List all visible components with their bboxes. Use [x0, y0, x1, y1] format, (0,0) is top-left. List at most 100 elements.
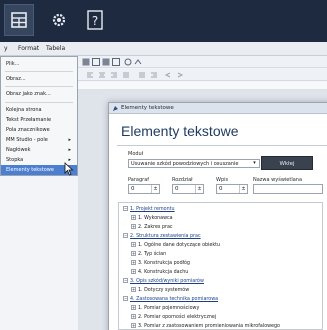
menu-item-label: Plik... [6, 61, 20, 67]
menu-item-naglowek[interactable]: Nagłówek ▸ [1, 145, 77, 155]
table-button[interactable] [4, 4, 34, 36]
list-icon[interactable] [138, 71, 146, 79]
collapse-icon[interactable]: − [123, 233, 128, 238]
menu-bar: y Format Tabela [0, 42, 327, 56]
tree-node[interactable]: −4. Zastosowana technika pomiarowa [123, 296, 218, 302]
menu-format[interactable]: Format [18, 45, 39, 52]
dialog-app-icon [113, 106, 118, 111]
collapse-icon[interactable]: − [123, 296, 128, 301]
tree-node-label: 3. Konstrukcja podłóg [138, 261, 190, 266]
menu-separator [5, 71, 73, 72]
expand-icon[interactable]: + [131, 287, 136, 292]
tree-node-label: 1. Pomiar pojemnościowy [138, 306, 200, 311]
tree-node[interactable]: +1. Pomiar pojemnościowy [131, 305, 199, 311]
tree-node[interactable]: −2. Struktura zestawienia prac [123, 233, 201, 239]
dialog-titlebar[interactable]: Elementy tekstowe [109, 103, 327, 114]
menu-tabela[interactable]: Tabela [46, 45, 65, 52]
svg-text:?: ? [92, 14, 98, 28]
paragraf-label: Paragraf [128, 177, 150, 183]
menu-item-mm-studio-pole[interactable]: MM Studio - pole ▸ [1, 135, 77, 145]
expand-icon[interactable]: + [131, 260, 136, 265]
expand-icon[interactable]: + [131, 242, 136, 247]
settings-button[interactable] [44, 4, 74, 36]
undo-icon[interactable] [164, 71, 172, 79]
paragraf-value: 0 [131, 186, 135, 192]
menu-item-label: Elementy tekstowe [6, 167, 54, 173]
tree-node-label: 2. Struktura zestawienia prac [130, 234, 201, 239]
expand-icon[interactable]: + [131, 215, 136, 220]
menu-item-plik[interactable]: Plik... [1, 59, 77, 69]
tree-node-label: 4. Zastosowana technika pomiarowa [130, 297, 219, 302]
menu-item-kolejna-strona[interactable]: Kolejna strona [1, 105, 77, 115]
menu-item-label: MM Studio - pole [6, 137, 48, 143]
mouse-cursor-icon [64, 162, 74, 176]
text-elements-tree[interactable]: −1. Projekt remontu +1. Wykonawca +2. Za… [118, 202, 323, 330]
tree-node[interactable]: −3. Opis szkód/wyniki pomiarów [123, 278, 204, 284]
module-select[interactable]: Usuwanie szkód powodziowych i osuszanie … [128, 159, 260, 168]
tree-node[interactable]: −1. Projekt remontu [123, 206, 175, 212]
collapse-icon[interactable]: − [123, 206, 128, 211]
tree-node[interactable]: +1. Dotyczy systemów [131, 287, 189, 293]
expand-icon[interactable]: + [131, 224, 136, 229]
nazwa-input[interactable] [253, 184, 323, 194]
menu-item-pola-znacznikowe[interactable]: Pola znacznikowe [1, 125, 77, 135]
toolbar-frame-icon[interactable] [112, 58, 120, 66]
tree-node[interactable]: +3. Pomiar z zastosowaniem promieniowani… [131, 323, 280, 329]
stepper-arrows-icon[interactable]: ± [239, 185, 247, 193]
insert-button[interactable]: Wkłej [261, 156, 313, 170]
toolbar-grid-icon[interactable] [82, 58, 90, 66]
menu-item-obraz[interactable]: Obraz... [1, 74, 77, 84]
dialog-title: Elementy tekstowe [121, 105, 174, 111]
align-right-icon[interactable] [110, 71, 118, 79]
tree-node-label: 1. Ogólne dane dotyczące obiektu [138, 243, 221, 248]
rozdzial-value: 0 [175, 186, 179, 192]
justify-icon[interactable] [122, 71, 130, 79]
table-icon [11, 12, 27, 28]
expand-icon[interactable]: + [131, 305, 136, 310]
collapse-icon[interactable]: − [123, 278, 128, 283]
expand-icon[interactable]: + [131, 251, 136, 256]
tree-node-label: 1. Projekt remontu [130, 207, 175, 212]
align-center-icon[interactable] [98, 71, 106, 79]
wpis-value: 0 [219, 186, 223, 192]
ruler [78, 82, 327, 90]
tree-node[interactable]: +1. Ogólne dane dotyczące obiektu [131, 242, 220, 248]
menu-item-label: Kolejna strona [6, 107, 42, 113]
align-left-icon[interactable] [86, 71, 94, 79]
refresh-icon[interactable] [124, 58, 132, 66]
indent-icon[interactable] [150, 71, 158, 79]
tree-node[interactable]: +1. Wykonawca [131, 215, 173, 221]
redo-icon[interactable] [176, 71, 184, 79]
submenu-arrow-icon: ▸ [68, 147, 71, 153]
rozdzial-stepper[interactable]: 0 ± [172, 184, 204, 194]
help-button[interactable]: ? [80, 4, 110, 36]
expand-icon[interactable]: + [131, 269, 136, 274]
menu-item-obraz-jako-znak[interactable]: Obraz jako znak... [1, 89, 77, 99]
stepper-arrows-icon[interactable]: ± [151, 185, 159, 193]
gear-icon [52, 13, 66, 27]
submenu-arrow-icon: ▸ [68, 137, 71, 143]
tree-node[interactable]: +2. Zakres prac [131, 224, 173, 230]
tree-node[interactable]: +4. Konstrukcja dachu [131, 269, 188, 275]
stepper-arrows-icon[interactable]: ± [195, 185, 203, 193]
menu-item-label: Nagłówek [6, 147, 31, 153]
link-icon[interactable] [134, 58, 142, 66]
tree-node[interactable]: +2. Typ ścian [131, 251, 166, 257]
wpis-stepper[interactable]: 0 ± [216, 184, 248, 194]
toolbar-grid2-icon[interactable] [92, 58, 100, 66]
expand-icon[interactable]: + [131, 323, 136, 328]
tree-node[interactable]: +3. Konstrukcja podłóg [131, 260, 190, 266]
tree-node-label: 2. Typ ścian [138, 252, 167, 257]
rozdzial-label: Rozdział [172, 177, 193, 183]
toolbar-grid3-icon[interactable] [102, 58, 110, 66]
tree-node[interactable]: +2. Pomiar oporności elektrycznej [131, 314, 216, 320]
paragraf-stepper[interactable]: 0 ± [128, 184, 160, 194]
module-select-value: Usuwanie szkód powodziowych i osuszanie [131, 161, 239, 167]
menu-item-label: Tekst Przełamanie [6, 117, 52, 123]
menu-item-tekst-przelamanie[interactable]: Tekst Przełamanie [1, 115, 77, 125]
editor-toolbar-2 [78, 69, 327, 81]
menu-item-partial[interactable]: y [4, 45, 8, 52]
module-label: Moduł [128, 151, 144, 157]
expand-icon[interactable]: + [131, 314, 136, 319]
tree-node-label: 1. Wykonawca [138, 216, 173, 221]
